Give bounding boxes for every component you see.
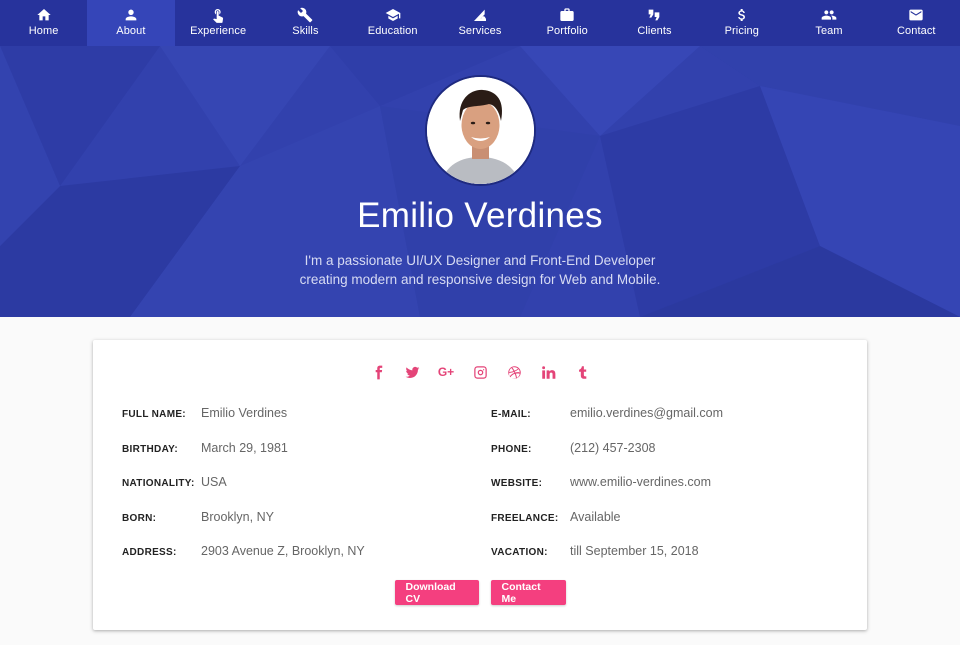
home-icon [35, 6, 53, 24]
nav-item-label: Clients [637, 25, 672, 37]
info-label: FREELANCE: [491, 512, 559, 524]
info-value: USA [201, 475, 227, 489]
group-icon [820, 6, 838, 24]
person-icon [122, 6, 140, 24]
nav-item-label: About [116, 25, 146, 37]
info-row-nationality: NATIONALITY: USA [122, 475, 365, 510]
twitter-icon[interactable] [402, 362, 422, 382]
mortarboard-icon [384, 6, 402, 24]
nav-item-label: Education [367, 25, 418, 37]
about-card: G+ FULL NAME: Emilio Verdines BIRTHDAY: … [93, 340, 867, 630]
nav-item-pricing[interactable]: Pricing [698, 0, 785, 46]
instagram-icon[interactable] [470, 362, 490, 382]
nav-item-label: Pricing [724, 25, 759, 37]
nav-item-label: Team [815, 25, 843, 37]
info-row-birthday: BIRTHDAY: March 29, 1981 [122, 441, 365, 476]
info-row-vacation: VACATION: till September 15, 2018 [491, 544, 723, 579]
info-value: March 29, 1981 [201, 440, 288, 455]
google-plus-icon[interactable]: G+ [436, 362, 456, 382]
nav-item-about[interactable]: About [87, 0, 175, 46]
info-label: BIRTHDAY: [122, 443, 179, 455]
info-column-right: E-MAIL: emilio.verdines@gmail.com PHONE:… [491, 406, 723, 579]
info-value: emilio.verdines@gmail.com [570, 406, 724, 420]
nav-item-label: Contact [896, 25, 936, 37]
nav-item-label: Services [458, 25, 502, 37]
nav-item-services[interactable]: Services [436, 0, 523, 46]
nav-item-clients[interactable]: Clients [611, 0, 698, 46]
nav-item-label: Skills [292, 25, 319, 37]
info-value: Available [570, 509, 621, 524]
nav-item-contact[interactable]: Contact [873, 0, 960, 46]
info-label: E-MAIL: [491, 409, 531, 420]
wrench-icon [296, 6, 314, 24]
info-column-left: FULL NAME: Emilio Verdines BIRTHDAY: Mar… [122, 406, 365, 579]
facebook-icon[interactable] [368, 362, 388, 382]
info-row-full-name: FULL NAME: Emilio Verdines [122, 406, 365, 441]
info-row-address: ADDRESS: 2903 Avenue Z, Brooklyn, NY [122, 544, 365, 579]
hero-bio: I'm a passionate UI/UX Designer and Fron… [299, 253, 661, 287]
top-nav: Home About Experience Skills Education S… [0, 0, 960, 46]
info-value: Brooklyn, NY [201, 509, 274, 524]
hero-name: Emilio Verdines [357, 196, 603, 235]
dribbble-icon[interactable] [504, 362, 524, 382]
info-label: ADDRESS: [122, 547, 177, 558]
dollar-icon [733, 6, 751, 24]
info-row-born: BORN: Brooklyn, NY [122, 510, 365, 545]
card-actions: Download CV Contact Me [93, 580, 867, 605]
nav-item-label: Experience [190, 25, 247, 37]
info-value: www.emilio-verdines.com [570, 475, 712, 489]
info-label: FULL NAME: [122, 409, 186, 420]
info-label: WEBSITE: [491, 478, 543, 489]
nav-item-skills[interactable]: Skills [262, 0, 349, 46]
hero-section: Emilio Verdines I'm a passionate UI/UX D… [0, 46, 960, 317]
info-label: PHONE: [491, 443, 532, 455]
info-label: NATIONALITY: [122, 478, 195, 489]
tumblr-icon[interactable] [572, 362, 592, 382]
info-value: till September 15, 2018 [570, 544, 699, 558]
linkedin-icon[interactable] [538, 362, 558, 382]
touch-icon [209, 6, 227, 24]
services-icon [471, 6, 489, 24]
nav-item-home[interactable]: Home [0, 0, 87, 46]
nav-item-education[interactable]: Education [349, 0, 436, 46]
nav-item-label: Home [28, 25, 59, 37]
info-value: 2903 Avenue Z, Brooklyn, NY [201, 544, 365, 558]
nav-item-portfolio[interactable]: Portfolio [524, 0, 611, 46]
info-row-phone: PHONE: (212) 457-2308 [491, 441, 723, 476]
info-row-freelance: FREELANCE: Available [491, 510, 723, 545]
social-links: G+ [93, 362, 867, 382]
info-label: BORN: [122, 512, 157, 524]
handshake-icon [645, 6, 663, 24]
briefcase-icon [558, 6, 576, 24]
nav-item-label: Portfolio [546, 25, 588, 37]
nav-item-team[interactable]: Team [785, 0, 872, 46]
info-value: Emilio Verdines [201, 406, 288, 420]
info-row-website: WEBSITE: www.emilio-verdines.com [491, 475, 723, 510]
info-row-email: E-MAIL: emilio.verdines@gmail.com [491, 406, 723, 441]
profile-photo [427, 77, 534, 184]
info-value: (212) 457-2308 [570, 440, 656, 455]
nav-item-experience[interactable]: Experience [175, 0, 262, 46]
envelope-icon [907, 6, 925, 24]
info-label: VACATION: [491, 547, 548, 558]
download-cv-button[interactable]: Download CV [394, 580, 479, 605]
contact-me-button[interactable]: Contact Me [490, 580, 566, 605]
profile-avatar [425, 75, 536, 186]
